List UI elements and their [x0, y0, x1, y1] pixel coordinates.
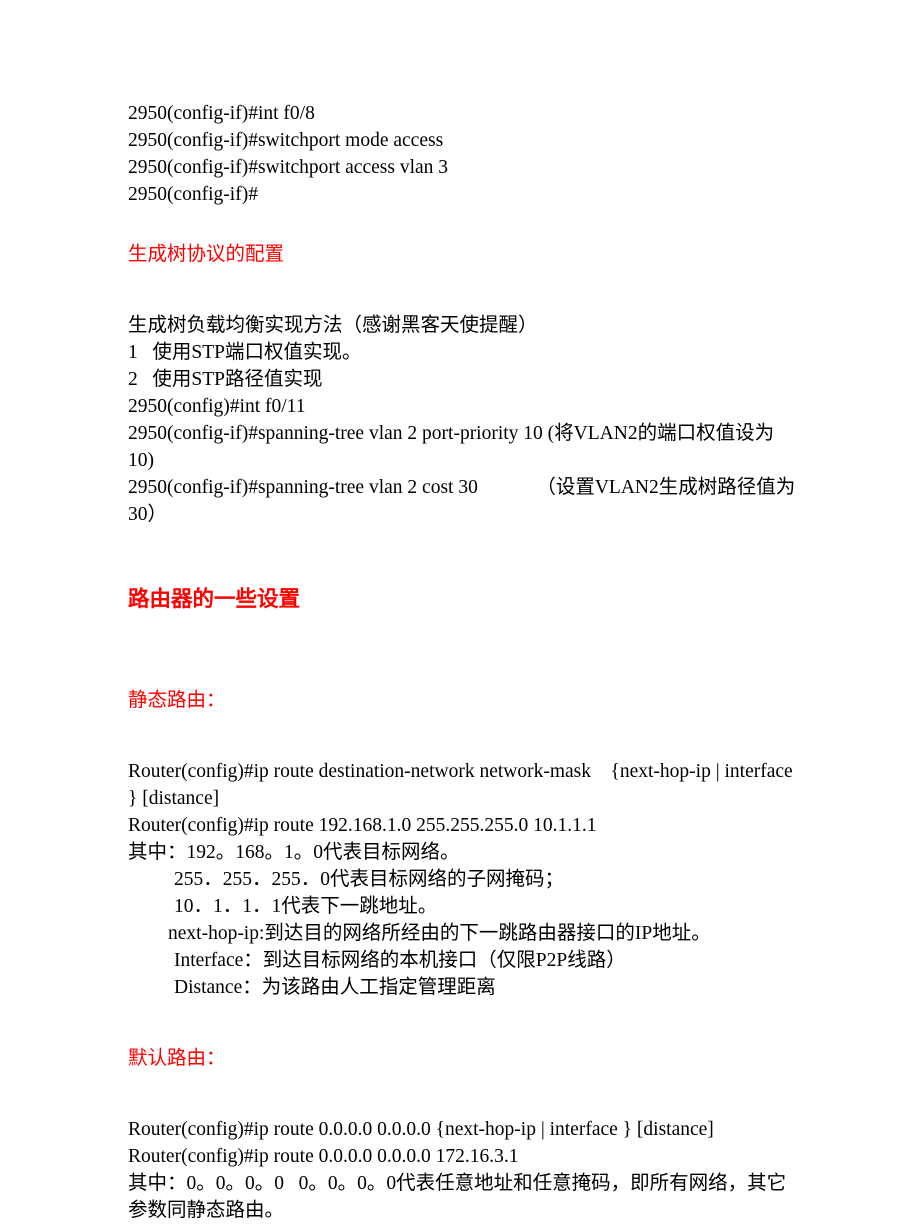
stp-section-body: 生成树负载均衡实现方法（感谢黑客天使提醒） 1 使用STP端口权值实现。 2 使…: [128, 312, 796, 528]
static-route-explain-item: 10．1．1．1代表下一跳地址。: [174, 896, 438, 917]
stp-command-line: 2950(config)#int f0/11: [128, 396, 306, 417]
static-route-param-item: Distance：为该路由人工指定管理距离: [174, 977, 496, 998]
stp-command-line: 2950(config-if)#spanning-tree vlan 2 por…: [128, 423, 775, 471]
static-route-body: Router(config)#ip route destination-netw…: [128, 758, 796, 1001]
document-page: 2950(config-if)#int f0/8 2950(config-if)…: [0, 0, 920, 1221]
switch-config-block: 2950(config-if)#int f0/8 2950(config-if)…: [128, 100, 796, 208]
switch-config-line: 2950(config-if)#: [128, 184, 258, 205]
static-route-explain-item: 255．255．255．0代表目标网络的子网掩码；: [174, 869, 565, 890]
static-route-heading: 静态路由：: [128, 690, 226, 711]
switch-config-line: 2950(config-if)#switchport access vlan 3: [128, 157, 449, 178]
default-route-body: Router(config)#ip route 0.0.0.0 0.0.0.0 …: [128, 1116, 796, 1224]
switch-config-line: 2950(config-if)#int f0/8: [128, 103, 315, 124]
default-route-explain: 其中：0。0。0。0 0。0。0。0代表任意地址和任意掩码，即所有网络，其它参数…: [128, 1173, 787, 1221]
stp-section-heading: 生成树协议的配置: [128, 244, 285, 265]
static-route-param-item: next-hop-ip:到达目的网络所经由的下一跳路由器接口的IP地址。: [168, 923, 711, 944]
default-route-heading: 默认路由：: [128, 1048, 226, 1069]
stp-command-line: 2950(config-if)#spanning-tree vlan 2 cos…: [128, 477, 796, 525]
stp-method-item: 2 使用STP路径值实现: [128, 369, 323, 390]
default-route-syntax: Router(config)#ip route 0.0.0.0 0.0.0.0 …: [128, 1119, 714, 1140]
stp-intro-line: 生成树负载均衡实现方法（感谢黑客天使提醒）: [128, 315, 538, 336]
static-route-syntax: Router(config)#ip route destination-netw…: [128, 761, 798, 809]
static-route-param-item: Interface：到达目标网络的本机接口（仅限P2P线路）: [174, 950, 626, 971]
static-route-example: Router(config)#ip route 192.168.1.0 255.…: [128, 815, 597, 836]
static-route-explain-lead: 其中：192。168。1。0代表目标网络。: [128, 842, 460, 863]
router-section-heading: 路由器的一些设置: [128, 587, 301, 611]
switch-config-line: 2950(config-if)#switchport mode access: [128, 130, 444, 151]
document-content: 2950(config-if)#int f0/8 2950(config-if)…: [128, 100, 796, 1224]
stp-method-item: 1 使用STP端口权值实现。: [128, 342, 362, 363]
default-route-example: Router(config)#ip route 0.0.0.0 0.0.0.0 …: [128, 1146, 519, 1167]
